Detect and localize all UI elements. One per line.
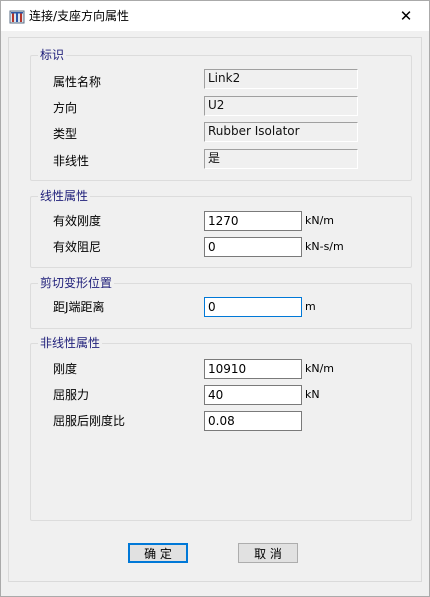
nonlinear-label: 非线性 bbox=[53, 154, 90, 168]
property-name-label: 属性名称 bbox=[53, 75, 102, 89]
dialog-client-area: 标识 属性名称 Link2 方向 U2 类型 Rubber Isolator 非… bbox=[8, 37, 422, 582]
window-title: 连接/支座方向属性 bbox=[29, 9, 130, 23]
yield-strength-unit: kN bbox=[305, 388, 320, 401]
distance-from-j-unit: m bbox=[305, 300, 316, 313]
title-bar: 连接/支座方向属性 ✕ bbox=[1, 1, 429, 31]
nonlinear-properties-group: 非线性属性 刚度 kN/m 屈服力 kN 屈服后刚度比 bbox=[30, 336, 412, 521]
stiffness-label: 刚度 bbox=[53, 362, 78, 376]
post-yield-ratio-label: 屈服后刚度比 bbox=[53, 414, 126, 428]
effective-stiffness-unit: kN/m bbox=[305, 214, 335, 227]
identification-group-title: 标识 bbox=[38, 48, 67, 62]
effective-stiffness-label: 有效刚度 bbox=[53, 214, 102, 228]
post-yield-ratio-input[interactable] bbox=[204, 411, 302, 431]
nonlinear-properties-group-title: 非线性属性 bbox=[38, 336, 103, 350]
cancel-button[interactable]: 取 消 bbox=[238, 543, 298, 563]
direction-value: U2 bbox=[204, 96, 358, 116]
type-label: 类型 bbox=[53, 127, 78, 141]
type-value: Rubber Isolator bbox=[204, 122, 358, 142]
identification-group: 标识 属性名称 Link2 方向 U2 类型 Rubber Isolator 非… bbox=[30, 48, 412, 181]
effective-stiffness-input[interactable] bbox=[204, 211, 302, 231]
nonlinear-value: 是 bbox=[204, 149, 358, 169]
stiffness-unit: kN/m bbox=[305, 362, 335, 375]
distance-from-j-input[interactable] bbox=[204, 297, 302, 317]
dialog-window: 连接/支座方向属性 ✕ 标识 属性名称 Link2 方向 U2 类型 Rubbe… bbox=[0, 0, 430, 597]
distance-from-j-label: 距J端距离 bbox=[53, 300, 105, 314]
effective-damping-label: 有效阻尼 bbox=[53, 240, 102, 254]
linear-properties-group: 线性属性 有效刚度 kN/m 有效阻尼 kN-s/m bbox=[30, 189, 412, 268]
shear-deformation-group-title: 剪切变形位置 bbox=[38, 276, 115, 290]
yield-strength-label: 屈服力 bbox=[53, 388, 90, 402]
yield-strength-input[interactable] bbox=[204, 385, 302, 405]
property-name-value: Link2 bbox=[204, 69, 358, 89]
close-button[interactable]: ✕ bbox=[383, 1, 429, 31]
close-icon: ✕ bbox=[399, 7, 413, 25]
effective-damping-unit: kN-s/m bbox=[305, 240, 344, 253]
shear-deformation-group: 剪切变形位置 距J端距离 m bbox=[30, 276, 412, 329]
stiffness-input[interactable] bbox=[204, 359, 302, 379]
ok-button[interactable]: 确 定 bbox=[128, 543, 188, 563]
app-icon bbox=[9, 8, 25, 24]
linear-properties-group-title: 线性属性 bbox=[38, 189, 91, 203]
direction-label: 方向 bbox=[53, 101, 78, 115]
effective-damping-input[interactable] bbox=[204, 237, 302, 257]
